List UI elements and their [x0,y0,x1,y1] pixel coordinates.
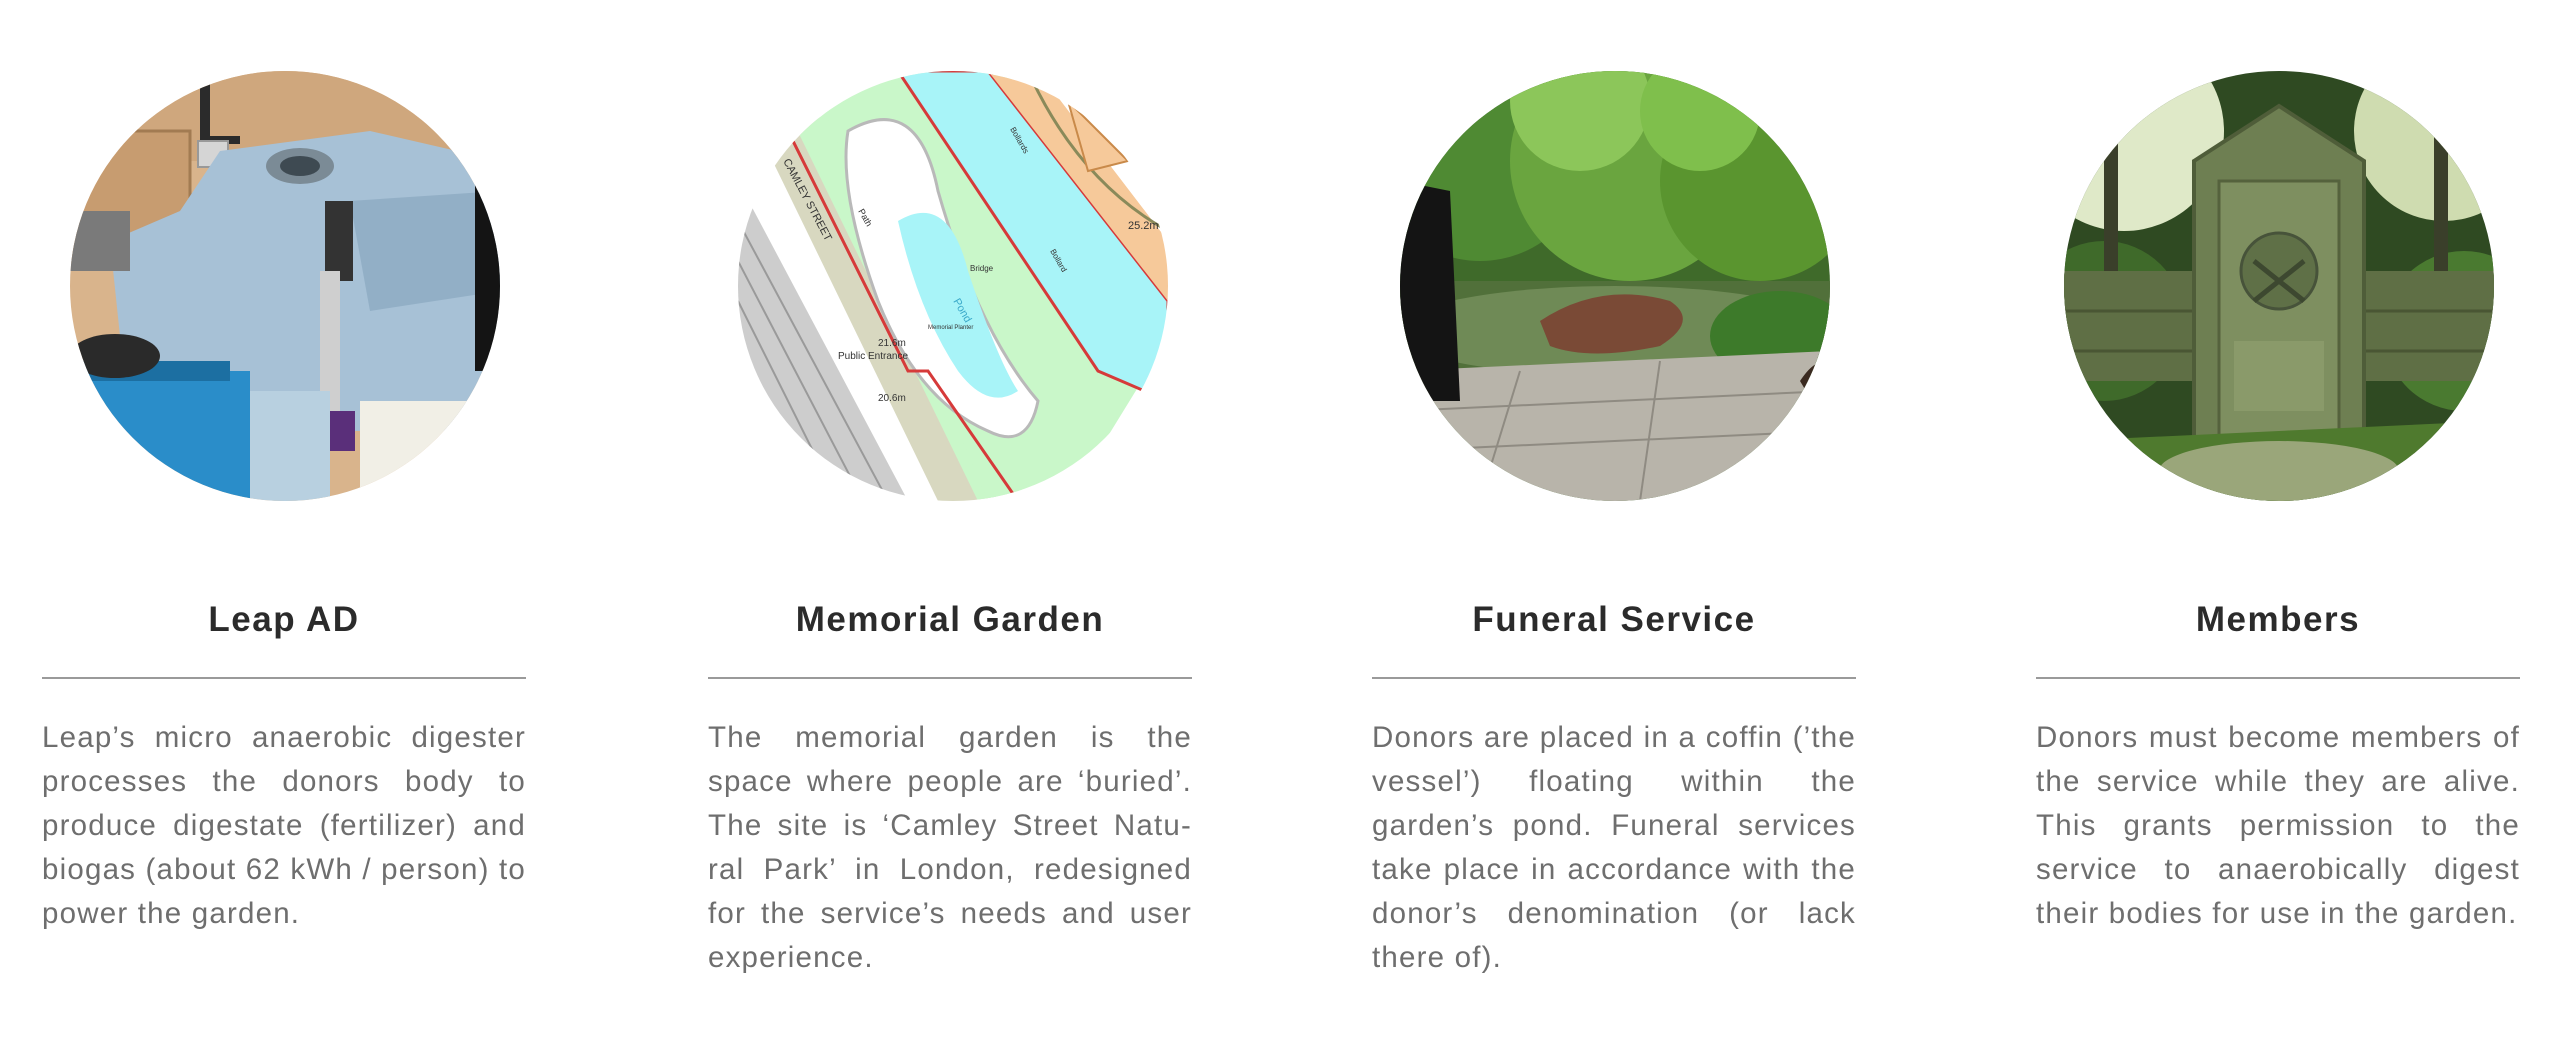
card-description: Donors are placed in a coffin (’the vess… [1372,721,1856,974]
divider [1372,677,1856,679]
map-label-memorial: Memorial Planter [928,325,973,331]
map-label-height-2: 20.6m [878,393,906,404]
gravestone-photo [2064,71,2494,501]
divider [2036,677,2520,679]
divider [708,677,1192,679]
card-title: Leap AD [208,600,360,639]
map-label-entrance: Public Entrance [838,351,908,362]
map-label-height-1: 21.6m [878,338,906,349]
map-label-height-3: 25.2m [1128,220,1159,232]
services-grid: Leap AD Leap’s micro anaerobic digester … [0,0,2560,1054]
card-title: Members [2195,600,2361,639]
site-map-image: CAMLEY STREET Path Bridge Pond Memorial … [738,71,1168,501]
divider [42,677,526,679]
card-description: The memorial garden is the space where p… [708,721,1192,974]
card-description: Donors must become members of the servic… [2036,721,2520,930]
map-label-bridge: Bridge [970,264,994,273]
garden-pond-photo [1400,71,1830,501]
card-title: Memorial Garden [795,600,1105,639]
anaerobic-digester-photo [70,71,500,501]
card-description: Leap’s micro anaerobic digester processe… [42,721,526,930]
card-title: Funeral Service [1472,600,1756,639]
